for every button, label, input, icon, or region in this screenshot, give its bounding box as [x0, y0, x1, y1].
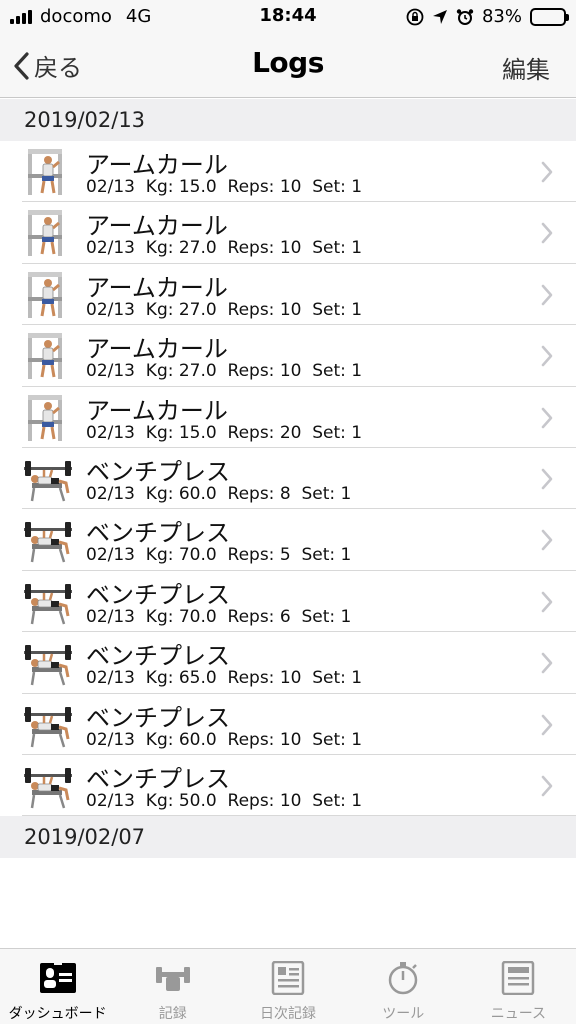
log-detail: 02/13 Kg: 15.0 Reps: 10 Set: 1 [86, 177, 363, 197]
bench-press-icon [24, 460, 72, 502]
arm-curl-icon [28, 210, 62, 257]
arm-curl-icon [28, 271, 62, 318]
orientation-lock-icon [406, 8, 424, 25]
daily-log-icon [271, 961, 305, 995]
chevron-right-icon [541, 775, 553, 797]
tab-label: 日次記録 [260, 1006, 316, 1022]
section-header-date: 2019/02/13 [0, 99, 576, 141]
log-detail: 02/13 Kg: 50.0 Reps: 10 Set: 1 [86, 790, 363, 811]
log-row[interactable]: ベンチプレス 02/13 Kg: 60.0 Reps: 8 Set: 1 [22, 448, 576, 510]
tab-dashboard[interactable]: ダッシュボード [0, 949, 115, 1024]
log-list[interactable]: 2019/02/13 アームカール 02/13 Kg: 15.0 Reps: 10 … [0, 99, 576, 871]
log-row[interactable]: ベンチプレス 02/13 Kg: 70.0 Reps: 6 Set: 1 [22, 571, 576, 633]
log-detail: 02/13 Kg: 60.0 Reps: 8 Set: 1 [86, 483, 352, 504]
chevron-right-icon [541, 468, 553, 490]
chevron-right-icon [541, 223, 553, 244]
battery-percent: 83% [481, 6, 522, 27]
log-detail: 02/13 Kg: 60.0 Reps: 10 Set: 1 [86, 729, 363, 750]
log-row-clipped[interactable] [22, 858, 576, 871]
exercise-name: アームカール [86, 212, 228, 241]
chevron-right-icon [541, 591, 553, 613]
exercise-name: アームカール [86, 273, 228, 302]
log-detail: 02/13 Kg: 27.0 Reps: 10 Set: 1 [86, 299, 363, 320]
status-bar: docomo 4G 18:44 83% [0, 0, 576, 34]
bench-press-icon [24, 706, 72, 747]
exercise-name: ベンチプレス [86, 703, 230, 732]
arm-curl-icon [28, 394, 62, 441]
alarm-clock-icon [456, 8, 474, 25]
page-title: Logs [252, 46, 324, 79]
chevron-right-icon [541, 714, 553, 735]
dumbbell-icon [155, 967, 190, 991]
section-header-date: 2019/02/07 [0, 816, 576, 859]
chevron-right-icon [541, 407, 553, 428]
exercise-name: アームカール [86, 151, 228, 179]
exercise-name: ベンチプレス [86, 580, 230, 609]
log-detail: 02/13 Kg: 70.0 Reps: 6 Set: 1 [86, 606, 352, 627]
bench-press-icon [24, 645, 72, 686]
tab-news[interactable]: ニュース [461, 949, 576, 1024]
log-row[interactable]: アームカール 02/13 Kg: 27.0 Reps: 10 Set: 1 [22, 325, 576, 387]
log-detail: 02/13 Kg: 27.0 Reps: 10 Set: 1 [86, 238, 363, 259]
tab-label: ツール [382, 1006, 425, 1022]
location-arrow-icon [432, 9, 447, 24]
battery-icon [530, 7, 569, 26]
edit-button[interactable]: 編集 [502, 50, 550, 85]
navigation-bar: 戻る Logs 編集 [0, 34, 576, 98]
stopwatch-icon [388, 962, 418, 995]
log-row[interactable]: アームカール 02/13 Kg: 15.0 Reps: 10 Set: 1 [22, 141, 576, 203]
exercise-name: アームカール [86, 396, 228, 425]
chevron-right-icon [541, 530, 553, 551]
status-right: 83% [406, 6, 569, 27]
log-row[interactable]: ベンチプレス 02/13 Kg: 65.0 Reps: 10 Set: 1 [22, 632, 576, 694]
log-detail: 02/13 Kg: 15.0 Reps: 20 Set: 1 [86, 422, 363, 443]
arm-curl-icon [28, 333, 62, 380]
tab-label: ダッシュボード [8, 1006, 107, 1022]
exercise-name: アームカール [86, 335, 228, 364]
exercise-name: ベンチプレス [86, 642, 230, 671]
exercise-name: ベンチプレス [86, 519, 230, 548]
log-row[interactable]: アームカール 02/13 Kg: 27.0 Reps: 10 Set: 1 [22, 264, 576, 326]
news-icon [502, 961, 535, 995]
log-row[interactable]: アームカール 02/13 Kg: 27.0 Reps: 10 Set: 1 [22, 202, 576, 264]
arm-curl-icon [28, 149, 62, 195]
log-row[interactable]: ベンチプレス 02/13 Kg: 70.0 Reps: 5 Set: 1 [22, 509, 576, 571]
tab-bar: ダッシュボード 記録 日次記録 ツール ニュース [0, 948, 576, 1024]
bench-press-icon [24, 767, 72, 809]
chevron-right-icon [541, 652, 553, 674]
log-detail: 02/13 Kg: 27.0 Reps: 10 Set: 1 [86, 361, 363, 382]
chevron-right-icon [541, 284, 553, 306]
chevron-right-icon [541, 345, 553, 367]
log-row[interactable]: ベンチプレス 02/13 Kg: 60.0 Reps: 10 Set: 1 [22, 694, 576, 755]
bench-press-icon [24, 583, 72, 625]
chevron-right-icon [541, 161, 553, 183]
bench-press-icon [24, 522, 72, 563]
tab-tools[interactable]: ツール [346, 949, 461, 1024]
tab-daily-log[interactable]: 日次記録 [230, 949, 345, 1024]
log-detail: 02/13 Kg: 65.0 Reps: 10 Set: 1 [86, 668, 363, 689]
log-row[interactable]: アームカール 02/13 Kg: 15.0 Reps: 20 Set: 1 [22, 387, 576, 448]
tab-label: ニュース [490, 1006, 547, 1022]
exercise-name: ベンチプレス [86, 764, 230, 793]
exercise-name: ベンチプレス [86, 457, 230, 486]
tab-record[interactable]: 記録 [115, 949, 230, 1024]
log-detail: 02/13 Kg: 70.0 Reps: 5 Set: 1 [86, 545, 352, 566]
tab-label: 記録 [158, 1006, 187, 1022]
dashboard-icon [39, 961, 76, 993]
log-row[interactable]: ベンチプレス 02/13 Kg: 50.0 Reps: 10 Set: 1 [22, 755, 576, 817]
